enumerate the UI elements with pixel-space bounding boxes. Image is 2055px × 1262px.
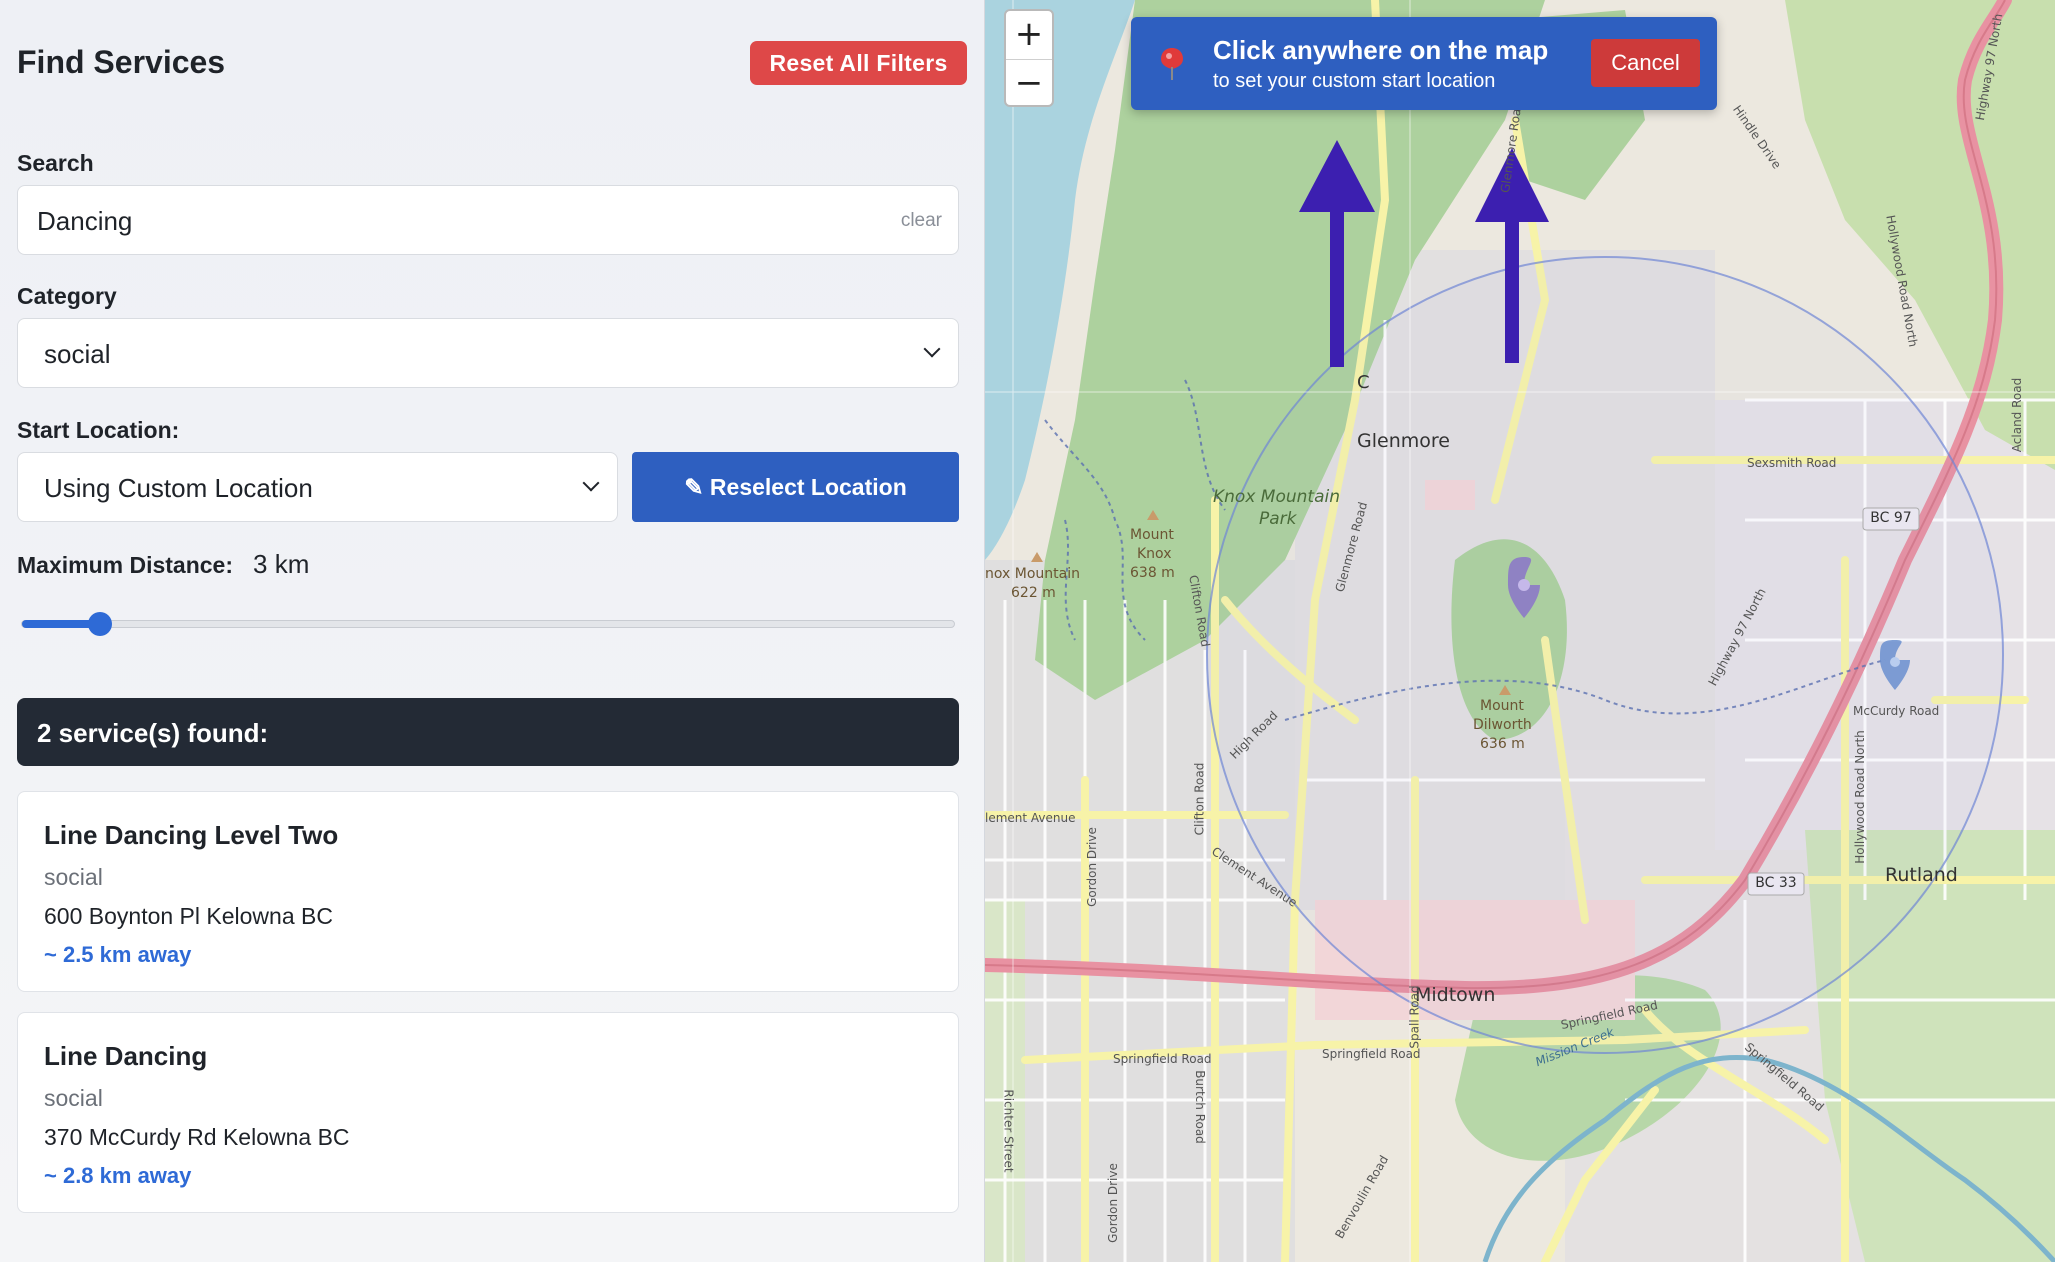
start-location-select[interactable]: Using Custom Location bbox=[17, 452, 618, 522]
map-tiles[interactable] bbox=[985, 0, 2055, 1262]
map-label-clifton: Clifton Road bbox=[1192, 762, 1207, 836]
service-category: social bbox=[44, 864, 103, 890]
map-label-mccurdy: McCurdy Road bbox=[1853, 704, 1940, 718]
map-label-gordon: Gordon Drive bbox=[1105, 1163, 1120, 1243]
map-label-knox-park: Park bbox=[1259, 509, 1297, 529]
map-label-mount-dilworth: 636 m bbox=[1480, 736, 1525, 752]
toast-subtitle: to set your custom start location bbox=[1213, 70, 1496, 92]
filter-sidebar: Find Services Reset All Filters Search D… bbox=[0, 0, 985, 1262]
clear-search-link[interactable]: clear bbox=[901, 210, 942, 232]
map-label-acland: Acland Road bbox=[2010, 377, 2025, 453]
location-picker-toast: Click anywhere on the map to set your cu… bbox=[1131, 17, 1717, 110]
map-label-glenmore: Glenmore bbox=[1357, 430, 1450, 452]
search-input[interactable]: Dancing clear bbox=[17, 185, 959, 255]
map-label-spall: Spall Road bbox=[1407, 985, 1422, 1049]
service-title: Line Dancing bbox=[44, 1041, 208, 1071]
category-select[interactable]: social bbox=[17, 318, 959, 388]
map-label-bc33: BC 33 bbox=[1755, 875, 1797, 891]
map-label-mount-knox: Mount bbox=[1130, 527, 1174, 543]
map-label-springfield: Springfield Road bbox=[1322, 1047, 1421, 1061]
pin-icon bbox=[1161, 48, 1183, 80]
chevron-down-icon bbox=[582, 474, 600, 492]
max-distance-row: Maximum Distance: 3 km bbox=[17, 549, 309, 580]
service-title: Line Dancing Level Two bbox=[44, 820, 339, 850]
zoom-control: + − bbox=[1004, 9, 1054, 107]
start-location-select-value: Using Custom Location bbox=[44, 473, 313, 503]
map-label-hollywood: Hollywood Road North bbox=[1852, 730, 1867, 864]
service-distance: ~ 2.5 km away bbox=[44, 942, 192, 967]
service-distance: ~ 2.8 km away bbox=[44, 1163, 192, 1188]
zoom-out-button[interactable]: − bbox=[1006, 59, 1052, 105]
cancel-button[interactable]: Cancel bbox=[1591, 39, 1700, 87]
map-label-knox-mountain: nox Mountain bbox=[985, 566, 1080, 582]
sidebar-header: Find Services Reset All Filters bbox=[17, 0, 967, 130]
map-label-mount-knox: Knox bbox=[1137, 546, 1172, 562]
map-label-sexsmith: Sexsmith Road bbox=[1747, 456, 1837, 470]
map-label-rutland: Rutland bbox=[1885, 864, 1958, 886]
search-input-value: Dancing bbox=[37, 206, 133, 236]
service-card[interactable]: Line Dancing Level Two social 600 Boynto… bbox=[17, 791, 959, 992]
start-location-label: Start Location: bbox=[17, 417, 180, 443]
map-label-mount-knox: 638 m bbox=[1130, 565, 1175, 581]
slider-thumb[interactable] bbox=[88, 612, 112, 636]
max-distance-label: Maximum Distance: bbox=[17, 552, 234, 578]
map-label-mount-dilworth: Dilworth bbox=[1473, 717, 1532, 733]
category-select-value: social bbox=[44, 339, 111, 369]
map-label-springfield: Springfield Road bbox=[1113, 1052, 1212, 1066]
map-label-gordon: Gordon Drive bbox=[1084, 827, 1099, 907]
chevron-down-icon bbox=[923, 340, 941, 358]
map-label-mount-dilworth: Mount bbox=[1480, 698, 1524, 714]
max-distance-value: 3 km bbox=[253, 549, 310, 579]
map-view[interactable]: C Glenmore Knox Mountain Park Mount Knox… bbox=[985, 0, 2055, 1262]
map-label-c-marker: C bbox=[1357, 372, 1370, 393]
map-label-midtown: Midtown bbox=[1415, 984, 1496, 1006]
results-summary: 2 service(s) found: bbox=[17, 698, 959, 766]
zoom-in-button[interactable]: + bbox=[1006, 11, 1052, 59]
map-label-burtch: Burtch Road bbox=[1192, 1070, 1207, 1144]
service-card[interactable]: Line Dancing social 370 McCurdy Rd Kelow… bbox=[17, 1012, 959, 1213]
search-label: Search bbox=[17, 150, 94, 176]
map-label-bc97: BC 97 bbox=[1870, 510, 1912, 526]
reset-filters-button[interactable]: Reset All Filters bbox=[750, 41, 967, 85]
map-label-richter: Richter Street bbox=[1001, 1089, 1016, 1173]
service-category: social bbox=[44, 1085, 103, 1111]
page-title: Find Services bbox=[17, 44, 226, 80]
service-address: 370 McCurdy Rd Kelowna BC bbox=[44, 1124, 350, 1150]
map-label-knox-park: Knox Mountain bbox=[1213, 487, 1340, 507]
toast-title: Click anywhere on the map bbox=[1213, 35, 1549, 65]
category-label: Category bbox=[17, 283, 117, 309]
map-label-clement: lement Avenue bbox=[985, 811, 1076, 825]
reselect-location-button[interactable]: ✎ Reselect Location bbox=[632, 452, 959, 522]
max-distance-slider[interactable] bbox=[21, 612, 955, 636]
map-label-knox-mountain: 622 m bbox=[1011, 585, 1056, 601]
service-address: 600 Boynton Pl Kelowna BC bbox=[44, 903, 333, 929]
